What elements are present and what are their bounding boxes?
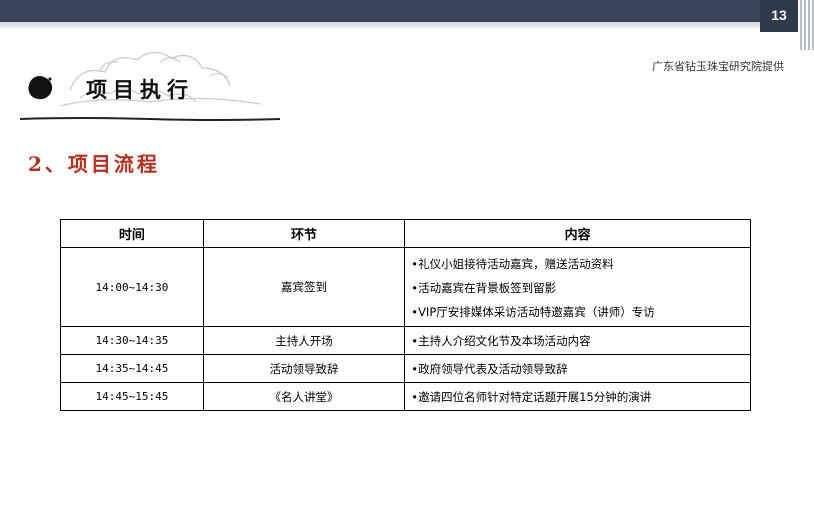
content-line: •政府领导代表及活动领导致辞: [411, 361, 568, 376]
header-content: 内容: [404, 219, 751, 248]
table-row: 14:35~14:45 活动领导致辞 •政府领导代表及活动领导致辞: [60, 354, 751, 383]
top-banner: [0, 0, 760, 22]
table-row: 14:30~14:35 主持人开场 •主持人介绍文化节及本场活动内容: [60, 326, 751, 355]
decorative-rail: [800, 0, 814, 50]
content-line: •邀请四位名师针对特定话题开展15分钟的演讲: [411, 389, 652, 404]
row-segment: 嘉宾签到: [202, 247, 406, 327]
row-time: 14:00~14:30: [60, 247, 204, 327]
table-row: 14:00~14:30 嘉宾签到 •礼仪小姐接待活动嘉宾，赠送活动资料 •活动嘉…: [60, 247, 751, 327]
row-time: 14:35~14:45: [60, 354, 204, 383]
row-content: •主持人介绍文化节及本场活动内容: [404, 326, 751, 355]
subtitle: 2、项目流程: [28, 152, 160, 176]
row-content: •礼仪小姐接待活动嘉宾，赠送活动资料 •活动嘉宾在背景板签到留影 •VIP厅安排…: [404, 247, 751, 327]
top-banner-shadow: [0, 22, 760, 28]
section-title: 项目执行: [86, 77, 194, 102]
ink-blot-icon: [28, 76, 53, 100]
row-segment: 主持人开场: [202, 326, 406, 355]
row-time: 14:30~14:35: [60, 326, 204, 355]
row-segment: 活动领导致辞: [202, 354, 406, 383]
page-number: 13: [760, 0, 798, 32]
row-content: •邀请四位名师针对特定话题开展15分钟的演讲: [404, 382, 751, 411]
provider-label: 广东省钻玉珠宝研究院提供: [652, 60, 784, 73]
row-segment: 《名人讲堂》: [202, 382, 406, 411]
row-content: •政府领导代表及活动领导致辞: [404, 354, 751, 383]
content-line: •礼仪小姐接待活动嘉宾，赠送活动资料: [411, 257, 614, 271]
table-header-row: 时间 环节 内容: [60, 219, 751, 248]
content-line: •VIP厅安排媒体采访活动特邀嘉宾（讲师）专访: [411, 305, 655, 319]
content-line: •活动嘉宾在背景板签到留影: [411, 281, 557, 295]
content-line: •主持人介绍文化节及本场活动内容: [411, 333, 591, 348]
ink-divider: [20, 117, 280, 121]
schedule-table: 时间 环节 内容 14:00~14:30 嘉宾签到 •礼仪小姐接待活动嘉宾，赠送…: [60, 219, 751, 411]
header-segment: 环节: [202, 219, 406, 248]
header-time: 时间: [60, 219, 204, 248]
row-time: 14:45~15:45: [60, 382, 204, 411]
table-row: 14:45~15:45 《名人讲堂》 •邀请四位名师针对特定话题开展15分钟的演…: [60, 382, 751, 411]
